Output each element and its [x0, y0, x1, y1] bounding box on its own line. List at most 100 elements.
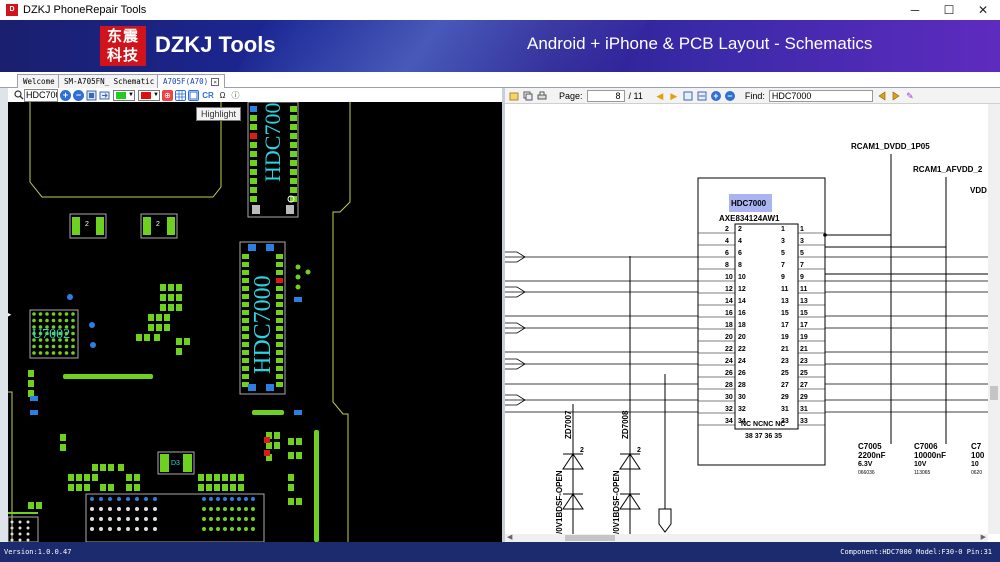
pin-number: 11 [800, 286, 808, 293]
chip-label-u7002: U7002 [32, 327, 70, 342]
fit-page-icon[interactable] [683, 91, 693, 101]
layer-color-select-green[interactable]: ▼ [113, 89, 135, 101]
bottom-pin-numbers: 38 37 36 35 [745, 433, 782, 440]
pin-number: 5 [800, 250, 804, 257]
grid-icon[interactable] [175, 89, 186, 101]
pin-number: 28 [725, 382, 733, 389]
find-prev-icon[interactable] [877, 90, 887, 101]
svg-text:10V: 10V [914, 461, 927, 468]
net-label: VDD [970, 186, 987, 195]
maximize-button[interactable]: ☐ [932, 0, 966, 20]
zener-diode-zd7008: ZD7008 2 /0V1BDSF-OPEN [612, 410, 641, 534]
zoom-out-icon[interactable]: − [73, 89, 84, 101]
tab-schematic[interactable]: SM-A705FN_ Schematic [58, 74, 161, 88]
dzkj-logo: 东震 科技 [100, 26, 146, 66]
layer-color-select-red[interactable]: ▼ [138, 89, 160, 101]
next-page-icon[interactable]: ▶ [669, 91, 679, 101]
find-input[interactable]: HDC7000 [768, 89, 873, 102]
schematic-vertical-scrollbar[interactable] [988, 104, 1000, 534]
chip-label-hdc7000: HDC7000 [250, 275, 276, 374]
pin-number: 32 [738, 406, 746, 413]
pin-number: 30 [725, 394, 733, 401]
svg-text:►: ► [8, 310, 13, 319]
schematic-drawing: RCAM1_DVDD_1P05 RCAM1_AFVDD_2 VDD HDC700… [505, 142, 988, 534]
flip-view-icon[interactable] [99, 90, 110, 101]
pin-number: 26 [738, 370, 746, 377]
tab-welcome[interactable]: Welcome [17, 74, 61, 88]
svg-text:10: 10 [971, 461, 979, 468]
print-icon[interactable] [537, 91, 547, 101]
pcb-layout-canvas[interactable]: HDC7001 HDC7000 U7002 2 2 D3 ► [8, 102, 502, 542]
pin-number: 24 [738, 358, 746, 365]
pin-number: 9 [800, 274, 804, 281]
find-next-icon[interactable] [891, 90, 901, 101]
cr-toggle-button[interactable]: CR [201, 90, 215, 101]
open-file-icon[interactable] [509, 91, 519, 101]
scrollbar-thumb[interactable] [990, 386, 998, 400]
pin-number: 28 [738, 382, 746, 389]
pin-number: 3 [800, 238, 804, 245]
component-ref-highlighted: HDC7000 [731, 199, 767, 208]
close-tab-icon[interactable]: × [211, 78, 220, 86]
info-icon[interactable]: ⓘ [230, 90, 241, 101]
pin-number: 10 [725, 274, 733, 281]
pin-number: 27 [800, 382, 808, 389]
resistance-toggle-button[interactable]: Ω [217, 90, 228, 101]
highlight-marker-icon[interactable]: ✎ [905, 91, 915, 101]
pin-number: 25 [781, 370, 789, 377]
status-bar: Version:1.0.0.47 Component:HDC7000 Model… [0, 542, 1000, 562]
page-label: Page: [559, 90, 583, 101]
svg-text:066036: 066036 [858, 470, 875, 476]
pin-number: 1 [781, 226, 785, 233]
pcb-search-input[interactable]: HDC7000 [24, 88, 58, 102]
net-highlight-icon[interactable]: ⊕ [162, 89, 173, 101]
search-icon[interactable] [13, 90, 24, 101]
zoom-in-icon[interactable]: + [710, 90, 721, 101]
schematic-horizontal-scrollbar[interactable]: ◀ ▶ [505, 534, 988, 542]
pin-number: 21 [800, 346, 808, 353]
page-number-input[interactable]: 8 [586, 89, 625, 102]
pin-number: 11 [781, 286, 789, 293]
schematic-canvas[interactable]: RCAM1_DVDD_1P05 RCAM1_AFVDD_2 VDD HDC700… [505, 104, 988, 534]
svg-text:C7005: C7005 [858, 442, 882, 451]
pin-number: 7 [781, 262, 785, 269]
pin-number: 4 [738, 238, 742, 245]
pin-number: 16 [725, 310, 733, 317]
fit-width-icon[interactable] [697, 91, 707, 101]
pin-number: 18 [738, 322, 746, 329]
pin-number: 8 [738, 262, 742, 269]
svg-text:2200nF: 2200nF [858, 451, 886, 460]
copy-icon[interactable] [523, 91, 533, 101]
pin-number: 25 [800, 370, 808, 377]
version-text: Version:1.0.0.47 [4, 548, 72, 556]
pin-view-icon[interactable] [188, 89, 199, 101]
tab-pcb-layout[interactable]: A705F(A70) × [157, 74, 226, 88]
close-button[interactable]: ✕ [966, 0, 1000, 20]
scroll-left-icon[interactable]: ◀ [507, 533, 512, 541]
pin-number: 15 [781, 310, 789, 317]
pin-number: 13 [781, 298, 789, 305]
minimize-button[interactable]: ─ [898, 0, 932, 20]
scroll-right-icon[interactable]: ▶ [981, 533, 986, 541]
fit-view-icon[interactable] [86, 90, 97, 101]
capacitor-c7: C7 100 10 0620 [971, 442, 985, 476]
scrollbar-thumb[interactable] [565, 535, 615, 541]
prev-page-icon[interactable]: ◀ [655, 91, 665, 101]
brand-banner: 东震 科技 DZKJ Tools Android + iPhone & PCB … [0, 20, 1000, 72]
svg-text:2: 2 [156, 221, 160, 228]
chevron-down-icon: ▼ [153, 92, 159, 98]
pin-number: 23 [781, 358, 789, 365]
pcb-toolbar: HDC7000 + − ▼ ▼ ⊕ CR Ω ⓘ [8, 88, 502, 102]
zoom-out-icon[interactable]: − [724, 90, 735, 101]
svg-text:2: 2 [580, 447, 584, 454]
pin-number: 16 [738, 310, 746, 317]
chevron-down-icon: ▼ [128, 92, 134, 98]
zoom-in-icon[interactable]: + [60, 89, 71, 101]
pin-number: 2 [725, 226, 729, 233]
pin-number: 12 [738, 286, 746, 293]
pin-number: 15 [800, 310, 808, 317]
zener-diode-zd7007: ZD7007 2 /0V1BDSF-OPEN [555, 410, 584, 534]
app-icon: D [6, 4, 18, 16]
svg-text:ZD7008: ZD7008 [621, 410, 630, 439]
pin-number: 24 [725, 358, 733, 365]
